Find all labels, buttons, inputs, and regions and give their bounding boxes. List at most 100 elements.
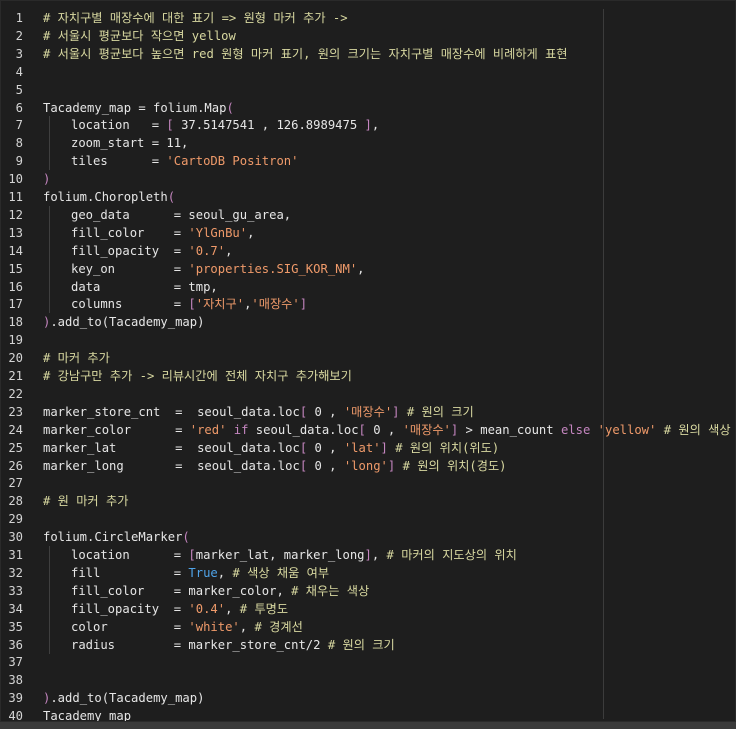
- code-token-comment: # 원의 크기: [406, 404, 474, 419]
- code-line[interactable]: 22: [1, 385, 735, 403]
- code-line[interactable]: 3 # 서울시 평균보다 높으면 red 원형 마커 표기, 원의 크기는 자치구…: [1, 45, 735, 63]
- code-line[interactable]: 8 zoom_start = 11,: [1, 134, 735, 153]
- code-token-default: ,: [225, 243, 233, 258]
- code-line[interactable]: 27: [1, 474, 735, 492]
- code-text: geo_data = seoul_gu_area,: [71, 206, 291, 224]
- code-line[interactable]: 12 geo_data = seoul_gu_area,: [1, 205, 735, 224]
- code-line[interactable]: 23 marker_store_cnt = seoul_data.loc[ 0 ,…: [1, 403, 735, 421]
- code-token-default: columns =: [71, 297, 189, 312]
- code-line[interactable]: 32 fill = True, # 색상 채움 여부: [1, 563, 735, 582]
- code-line[interactable]: 40 Tacademy_map: [1, 707, 735, 722]
- code-token-default: 0 ,: [365, 422, 403, 437]
- line-number: 4: [15, 64, 23, 79]
- line-number: 19: [8, 333, 23, 348]
- line-number: 1: [15, 11, 23, 25]
- code-line[interactable]: 17 columns = ['자치구','매장수']: [1, 295, 735, 314]
- code-line[interactable]: 39).add_to(Tacademy_map): [1, 689, 735, 707]
- code-token-default: marker_color =: [43, 422, 190, 437]
- code-text: tiles = 'CartoDB Positron': [71, 152, 298, 170]
- code-token-default: 0 ,: [307, 440, 344, 455]
- code-token-keyword: ]: [364, 118, 372, 133]
- code-text: # 강남구만 추가 -> 리뷰시간에 전체 자치구 추가해보기: [43, 367, 352, 385]
- code-token-default: fill_opacity =: [71, 243, 189, 258]
- code-token-default: > mean_count: [458, 422, 561, 437]
- code-line[interactable]: 14 fill_opacity = '0.7',: [1, 241, 735, 260]
- horizontal-scrollbar[interactable]: [0, 722, 736, 729]
- code-line[interactable]: 37: [1, 653, 735, 671]
- code-line[interactable]: 34 fill_opacity = '0.4', # 투명도: [1, 599, 735, 618]
- code-token-default: marker_lat = seoul_data.loc: [43, 440, 300, 455]
- code-token-comment: # 경계선: [254, 619, 303, 634]
- line-number: 24: [8, 422, 23, 437]
- code-token-string: 'YlGnBu': [188, 225, 248, 240]
- code-line[interactable]: 11 folium.Choropleth(: [1, 188, 735, 206]
- code-line[interactable]: 15 key_on = 'properties.SIG_KOR_NM',: [1, 259, 735, 278]
- code-token-keyword: [: [188, 548, 196, 562]
- code-token-default: Tacademy_map: [43, 709, 132, 722]
- code-line[interactable]: 10): [1, 170, 735, 188]
- indent-guide: [49, 134, 50, 153]
- indent-guide: [49, 152, 50, 171]
- code-token-string: 'red': [189, 422, 227, 437]
- code-line[interactable]: 26 marker_long = seoul_data.loc[ 0 , 'lon…: [1, 457, 735, 475]
- code-token-keyword: [: [188, 297, 196, 312]
- code-line[interactable]: 24 marker_color = 'red' if seoul_data.loc…: [1, 421, 735, 439]
- code-line[interactable]: 29: [1, 510, 735, 528]
- code-text: columns = ['자치구','매장수']: [71, 295, 307, 313]
- code-token-default: [656, 423, 663, 437]
- code-line[interactable]: 28 # 원 마커 추가: [1, 492, 735, 510]
- code-line[interactable]: 16 data = tmp,: [1, 277, 735, 296]
- indent-guide: [49, 295, 50, 314]
- code-line[interactable]: 7 location = [ 37.5147541 , 126.8989475 ]…: [1, 116, 735, 135]
- code-line[interactable]: 5: [1, 81, 735, 99]
- indent-guide: [49, 581, 50, 600]
- code-token-string: '매장수': [343, 404, 393, 419]
- code-text: key_on = 'properties.SIG_KOR_NM',: [71, 260, 365, 278]
- code-editor[interactable]: 1 # 자치구별 매장수에 대한 표기 => 원형 마커 추가 -> 2 # 서울시 …: [0, 0, 736, 722]
- line-number: 3: [15, 46, 23, 61]
- code-line[interactable]: 36 radius = marker_store_cnt/2 # 원의 크기: [1, 635, 735, 654]
- code-token-default: ,: [247, 225, 255, 240]
- code-token-string: 'CartoDB Positron': [166, 154, 299, 169]
- line-number: 21: [8, 369, 23, 383]
- code-line[interactable]: 6 Tacademy_map = folium.Map(: [1, 99, 735, 117]
- code-token-default: ,: [357, 261, 365, 276]
- line-number: 7: [15, 118, 23, 133]
- code-line[interactable]: 35 color = 'white', # 경계선: [1, 617, 735, 636]
- code-text: ): [43, 170, 50, 188]
- code-token-keyword: [: [358, 422, 366, 437]
- line-number: 6: [15, 100, 23, 115]
- code-line[interactable]: 30 folium.CircleMarker(: [1, 528, 735, 546]
- code-line[interactable]: 21 # 강남구만 추가 -> 리뷰시간에 전체 자치구 추가해보기: [1, 367, 735, 385]
- line-number: 5: [15, 82, 23, 97]
- line-number: 31: [8, 548, 23, 562]
- code-token-string: '매장수': [402, 422, 451, 437]
- code-token-default: folium.Choropleth: [43, 190, 168, 204]
- code-line[interactable]: 38: [1, 671, 735, 689]
- code-token-default: marker_store_cnt = seoul_data.loc: [43, 404, 300, 419]
- code-line[interactable]: 9 tiles = 'CartoDB Positron': [1, 152, 735, 171]
- code-line[interactable]: 2 # 서울시 평균보다 작으면 yellow: [1, 27, 735, 45]
- code-text: # 원 마커 추가: [43, 492, 128, 510]
- line-number: 28: [8, 494, 23, 509]
- indent-guide: [49, 617, 50, 636]
- code-line[interactable]: 31 location = [marker_lat, marker_long], …: [1, 546, 735, 564]
- code-line[interactable]: 20 # 마커 추가: [1, 349, 735, 367]
- code-line[interactable]: 4: [1, 63, 735, 81]
- code-line[interactable]: 33 fill_color = marker_color, # 채우는 색상: [1, 581, 735, 600]
- code-text: marker_lat = seoul_data.loc[ 0 , 'lat'] …: [43, 439, 499, 457]
- code-text: fill = True, # 색상 채움 여부: [71, 564, 329, 582]
- code-token-comment: # 채우는 색상: [291, 583, 370, 598]
- code-token-string: 'long': [343, 458, 388, 473]
- code-token-default: fill_color = marker_color,: [71, 583, 292, 598]
- line-number: 35: [8, 619, 23, 634]
- code-line[interactable]: 1 # 자치구별 매장수에 대한 표기 => 원형 마커 추가 ->: [1, 9, 735, 27]
- code-token-default: ,: [371, 118, 380, 133]
- indent-guide: [49, 563, 50, 582]
- line-number: 32: [8, 565, 23, 580]
- code-line[interactable]: 18).add_to(Tacademy_map): [1, 313, 735, 331]
- code-line[interactable]: 13 fill_color = 'YlGnBu',: [1, 223, 735, 242]
- code-line[interactable]: 25 marker_lat = seoul_data.loc[ 0 , 'lat'…: [1, 439, 735, 457]
- code-token-keyword: (: [182, 530, 190, 545]
- code-line[interactable]: 19: [1, 331, 735, 349]
